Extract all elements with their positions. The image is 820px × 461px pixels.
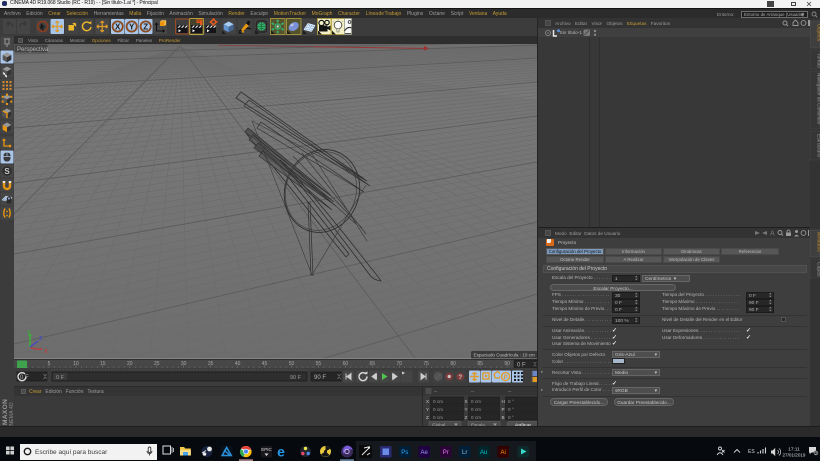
svg-text:Y: Y <box>129 22 135 31</box>
svg-text:--: -- <box>508 389 512 395</box>
svg-text:65: 65 <box>370 361 376 367</box>
svg-text:ES: ES <box>748 449 755 455</box>
svg-text:Z: Z <box>465 415 468 420</box>
svg-text:X: X <box>44 349 48 355</box>
svg-text:90 F: 90 F <box>290 375 302 381</box>
svg-text:27/01/2019: 27/01/2019 <box>783 453 806 458</box>
svg-text:75: 75 <box>423 361 429 367</box>
svg-text:50: 50 <box>289 361 295 367</box>
svg-text:25: 25 <box>154 361 160 367</box>
svg-text:0 cm: 0 cm <box>471 407 481 412</box>
svg-text:0 cm: 0 cm <box>471 415 481 420</box>
svg-text:20: 20 <box>127 361 133 367</box>
svg-text:15: 15 <box>100 361 106 367</box>
svg-text:55: 55 <box>316 361 322 367</box>
svg-text:Y: Y <box>426 407 429 412</box>
svg-text:MAXON: MAXON <box>2 399 9 425</box>
svg-text:Ps: Ps <box>401 450 408 456</box>
svg-text:90: 90 <box>504 361 510 367</box>
svg-text:0 °: 0 ° <box>508 399 514 404</box>
svg-text:0 cm: 0 cm <box>471 399 481 404</box>
svg-text:30: 30 <box>181 361 187 367</box>
svg-text:H: H <box>502 399 505 404</box>
svg-text:B: B <box>502 415 505 420</box>
svg-text:Objetos: Objetos <box>816 24 820 42</box>
svg-text:S: S <box>4 167 10 176</box>
svg-text:Capas: Capas <box>816 262 820 277</box>
svg-text:X: X <box>465 399 468 404</box>
svg-text:Ai: Ai <box>501 450 506 456</box>
svg-text:0 cm: 0 cm <box>433 415 443 420</box>
svg-text:Navegador de Contenido: Navegador de Contenido <box>817 73 820 125</box>
svg-text:Atributos: Atributos <box>816 232 820 252</box>
svg-text:Au: Au <box>480 450 487 456</box>
svg-text:5: 5 <box>48 361 51 367</box>
svg-text:Escribe aquí para buscar: Escribe aquí para buscar <box>35 449 108 456</box>
svg-text:Espaciado Cuadrícula : 10 cm: Espaciado Cuadrícula : 10 cm <box>474 353 535 358</box>
svg-text:--: -- <box>434 389 438 395</box>
svg-text:70: 70 <box>397 361 403 367</box>
svg-text:35: 35 <box>208 361 214 367</box>
svg-text:P: P <box>503 375 507 381</box>
svg-text:Y: Y <box>465 407 468 412</box>
svg-text:80: 80 <box>450 361 456 367</box>
svg-text:10: 10 <box>73 361 79 367</box>
svg-text:Perspectiva: Perspectiva <box>17 47 49 53</box>
svg-text:EPIC: EPIC <box>261 447 272 452</box>
svg-text:0 cm: 0 cm <box>433 407 443 412</box>
svg-text:Tomas: Tomas <box>816 53 820 68</box>
svg-text:40: 40 <box>235 361 241 367</box>
svg-text:Z: Z <box>143 22 148 31</box>
svg-text:0 cm: 0 cm <box>433 399 443 404</box>
svg-text:0 F: 0 F <box>56 375 65 381</box>
svg-text:0 °: 0 ° <box>508 415 514 420</box>
svg-text:85: 85 <box>477 361 483 367</box>
svg-text:90 F: 90 F <box>314 375 326 381</box>
svg-text:60: 60 <box>343 361 349 367</box>
svg-text:45: 45 <box>262 361 268 367</box>
svg-text:X: X <box>426 399 429 404</box>
svg-text:Ae: Ae <box>421 450 429 456</box>
svg-text:--: -- <box>471 389 475 395</box>
svg-text:e: e <box>277 444 285 460</box>
svg-text:?: ? <box>458 374 462 381</box>
svg-text:Y: Y <box>27 330 31 336</box>
svg-text:Estructura: Estructura <box>816 134 820 157</box>
svg-text:Z: Z <box>426 415 429 420</box>
svg-text:P: P <box>502 407 505 412</box>
svg-text:X: X <box>115 22 121 31</box>
svg-text:Lr: Lr <box>462 450 467 456</box>
svg-text:Pr: Pr <box>443 450 449 456</box>
svg-text:0 °: 0 ° <box>508 407 514 412</box>
